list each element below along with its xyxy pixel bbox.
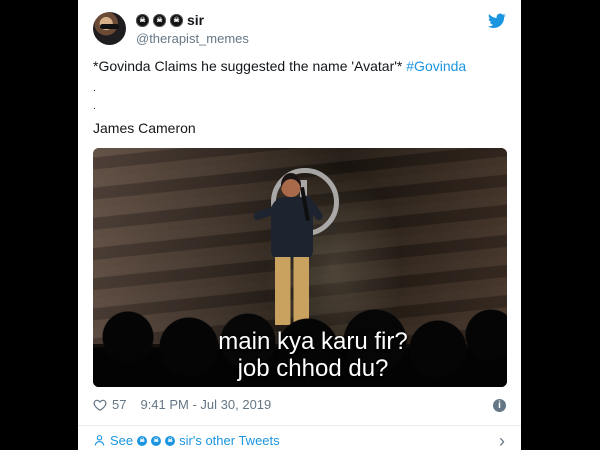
info-icon[interactable]: i — [493, 399, 506, 412]
skull-emoji-icon: ☠ — [137, 435, 148, 446]
twitter-bird-icon[interactable] — [488, 13, 506, 29]
user-handle[interactable]: @therapist_memes — [136, 31, 249, 46]
skull-emoji-icon: ☠ — [165, 435, 176, 446]
heart-icon[interactable] — [93, 398, 107, 412]
skull-emoji-icon: ☠ — [136, 13, 149, 27]
skull-emoji-icon: ☠ — [151, 435, 162, 446]
tweet-claim-text: *Govinda Claims he suggested the name 'A… — [93, 58, 407, 74]
comedian-head — [281, 173, 301, 197]
avatar[interactable] — [93, 12, 126, 45]
dot-separator: . — [93, 83, 96, 94]
chevron-right-icon[interactable]: › — [499, 432, 505, 450]
author-name-row[interactable]: ☠ ☠ ☠ sir — [136, 12, 204, 28]
like-count[interactable]: 57 — [112, 397, 126, 412]
dot-separator: . — [93, 101, 96, 112]
user-icon — [94, 435, 105, 446]
tweet-card: ☠ ☠ ☠ sir @therapist_memes *Govinda Clai… — [78, 0, 521, 450]
tweet-time[interactable]: 9:41 PM - Jul 30, 2019 — [140, 397, 271, 412]
signature-text: James Cameron — [93, 120, 196, 136]
tweet-meta-row: 57 9:41 PM - Jul 30, 2019 — [93, 397, 271, 412]
meme-image[interactable]: main kya karu fir? job chhod du? — [93, 148, 507, 387]
footer-divider — [78, 425, 521, 426]
see-label[interactable]: See — [110, 433, 133, 448]
meme-caption: main kya karu fir? job chhod du? — [218, 328, 408, 382]
govinda-hashtag[interactable]: #Govinda — [406, 58, 466, 74]
tweet-text: *Govinda Claims he suggested the name 'A… — [93, 57, 503, 75]
other-tweets-label[interactable]: sir's other Tweets — [179, 433, 280, 448]
skull-emoji-icon: ☠ — [170, 13, 183, 27]
see-other-tweets-link[interactable]: See ☠ ☠ ☠ sir's other Tweets — [93, 433, 280, 448]
skull-emoji-icon: ☠ — [153, 13, 166, 27]
display-name[interactable]: sir — [187, 12, 204, 28]
